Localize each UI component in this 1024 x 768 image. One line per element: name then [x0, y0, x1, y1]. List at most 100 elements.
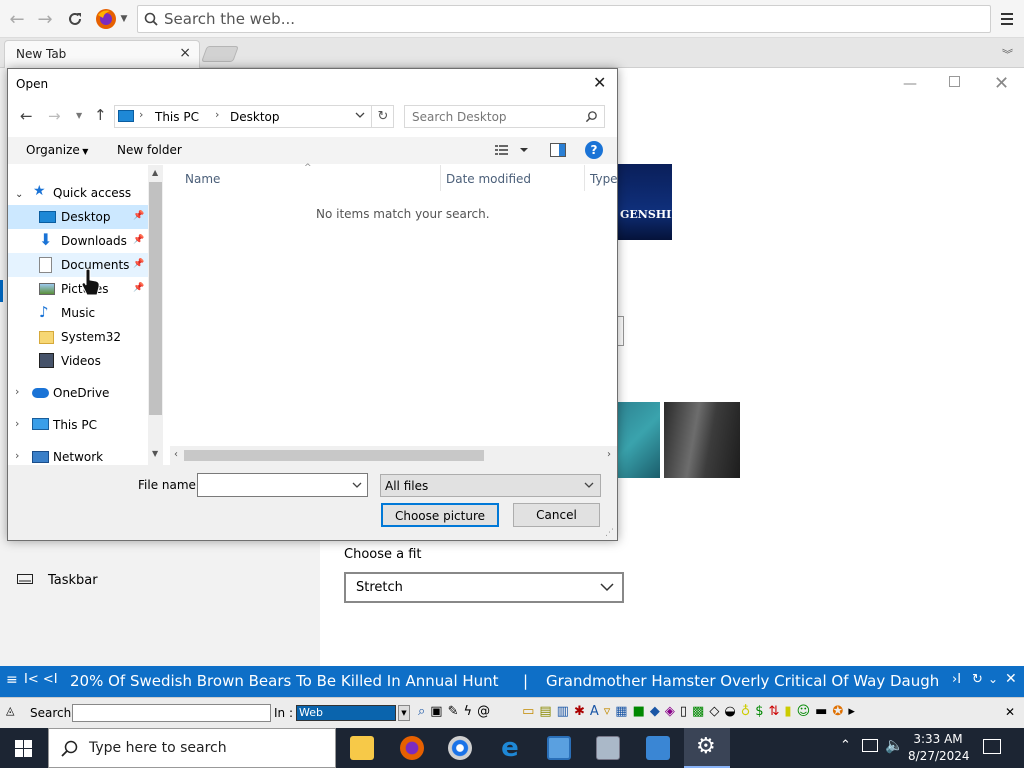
column-name[interactable]: Name — [185, 172, 220, 186]
fit-dropdown[interactable]: Stretch — [344, 572, 624, 603]
file-explorer-icon[interactable] — [350, 736, 374, 760]
dialog-forward-icon[interactable]: → — [48, 107, 61, 125]
tool-bulb-icon[interactable]: ♁ — [741, 704, 751, 722]
tool-arrows-icon[interactable]: ⇅ — [769, 704, 780, 722]
clock-date[interactable]: 8/27/2024 — [908, 749, 970, 763]
ticker-refresh-icon[interactable]: ↻ — [972, 672, 983, 687]
nav-documents[interactable]: Documents 📌 — [8, 253, 148, 277]
firefox-icon[interactable] — [400, 736, 424, 760]
nav-desktop[interactable]: Desktop 📌 — [8, 205, 148, 229]
tool-folders-icon[interactable]: ▤ — [539, 704, 551, 722]
ticker-menu-icon[interactable]: ≡ — [6, 672, 18, 688]
tool-at-icon[interactable]: @ — [477, 704, 490, 722]
app-window-icon[interactable] — [547, 736, 571, 760]
nav-onedrive[interactable]: OneDrive — [8, 381, 148, 405]
tool-folder-icon[interactable]: ▭ — [522, 704, 534, 722]
tray-chevron-icon[interactable]: ⌃ — [840, 738, 851, 753]
wallpaper-thumb-genshin[interactable]: GENSHIN — [610, 164, 681, 240]
file-name-input[interactable] — [197, 473, 368, 497]
restore-icon[interactable] — [949, 76, 960, 87]
volume-muted-icon[interactable]: 🔈 — [885, 736, 904, 754]
choose-picture-button[interactable]: Choose picture — [381, 503, 499, 527]
nav-scrollbar-thumb[interactable] — [149, 182, 162, 415]
clock-time[interactable]: 3:33 AM — [912, 732, 964, 746]
tool-cup-icon[interactable]: ▿ — [604, 704, 611, 722]
up-arrow-icon[interactable]: ↑ — [94, 106, 107, 124]
ticker-options-icon[interactable]: ⌄ — [988, 672, 998, 686]
help-icon[interactable]: ? — [585, 141, 603, 159]
dropdown-arrow-icon[interactable]: ▼ — [118, 8, 130, 30]
tool-edit-icon[interactable]: ✎ — [448, 704, 459, 722]
column-date-modified[interactable]: Date modified — [446, 172, 531, 186]
tool-tag-icon[interactable]: ◇ — [709, 704, 719, 722]
network-tray-icon[interactable] — [862, 739, 878, 752]
dialog-back-icon[interactable]: ← — [20, 107, 33, 125]
taskbar-search-box[interactable]: Type here to search — [48, 728, 336, 768]
nav-system32[interactable]: System32 — [8, 325, 148, 349]
resize-grip-icon[interactable]: ⋰ — [605, 528, 614, 538]
windows-start-icon[interactable] — [15, 740, 32, 757]
url-search-bar[interactable]: Search the web... — [137, 5, 991, 33]
new-folder-button[interactable]: New folder — [117, 143, 182, 157]
settings-taskbar-item[interactable]: Taskbar — [48, 573, 98, 588]
back-arrow-icon[interactable]: ← — [6, 8, 28, 30]
ticker-headline-1[interactable]: 20% Of Swedish Brown Bears To Be Killed … — [70, 672, 499, 690]
ticker-close-icon[interactable]: ✕ — [1005, 671, 1017, 687]
window-close-icon[interactable]: ✕ — [994, 73, 1009, 94]
edge-icon[interactable]: e — [498, 735, 522, 761]
nav-scrollbar[interactable]: ▲ ▼ — [148, 165, 163, 465]
organize-button[interactable]: Organize ▼ — [26, 143, 88, 157]
nav-videos[interactable]: Videos — [8, 349, 148, 373]
tool-diamond-icon[interactable]: ◆ — [650, 704, 660, 722]
file-list-hscrollbar[interactable]: ‹ › — [170, 446, 617, 465]
tab-new-tab[interactable]: New Tab × — [4, 40, 200, 68]
hscrollbar-thumb[interactable] — [184, 450, 484, 461]
notification-icon[interactable] — [983, 739, 1001, 754]
ticker-first-icon[interactable]: I< <I — [24, 672, 58, 687]
address-dropdown-icon[interactable] — [355, 111, 365, 119]
app-image-icon[interactable] — [596, 736, 620, 760]
view-options-icon[interactable] — [494, 143, 530, 157]
toolbar-in-dropdown-icon[interactable]: ▼ — [398, 705, 410, 721]
firefox-logo-icon[interactable] — [94, 8, 118, 30]
address-bar[interactable]: › This PC › Desktop ↻ — [114, 105, 394, 128]
tool-film-icon[interactable]: ▩ — [692, 704, 704, 722]
settings-taskbar-button[interactable]: ⚙ — [684, 728, 730, 768]
wallpaper-thumb-rock[interactable] — [664, 402, 740, 478]
tool-dollar-icon[interactable]: $ — [755, 704, 763, 722]
toolbar-in-select[interactable]: Web — [296, 705, 396, 721]
tool-page-icon[interactable]: ▣ — [430, 704, 442, 722]
nav-downloads[interactable]: ⬇ Downloads 📌 — [8, 229, 148, 253]
tool-more-icon[interactable]: ▸ — [848, 704, 855, 722]
cancel-button[interactable]: Cancel — [513, 503, 600, 527]
tool-search-icon[interactable]: ⌕ — [418, 704, 425, 722]
file-type-select[interactable]: All files — [380, 474, 601, 497]
app-gear-blue-icon[interactable] — [646, 736, 670, 760]
ticker-next-icon[interactable]: ›I — [952, 672, 961, 687]
breadcrumb-desktop[interactable]: Desktop — [230, 110, 280, 124]
tool-list-icon[interactable]: ▥ — [557, 704, 569, 722]
forward-arrow-icon[interactable]: → — [34, 8, 56, 30]
tool-square-icon[interactable]: ■ — [633, 704, 645, 722]
toolbar-close-icon[interactable]: ✕ — [1005, 705, 1015, 719]
column-type[interactable]: Type — [590, 172, 618, 186]
nav-music[interactable]: ♪ Music — [8, 301, 148, 325]
refresh-icon[interactable]: ↻ — [371, 106, 394, 127]
ticker-headline-2[interactable]: Grandmother Hamster Overly Critical Of W… — [546, 672, 948, 690]
minimize-icon[interactable]: — — [903, 76, 917, 92]
recent-locations-icon[interactable]: ▼ — [76, 111, 82, 120]
tool-gem-icon[interactable]: ◈ — [665, 704, 675, 722]
tool-lightning-icon[interactable]: ϟ — [463, 704, 472, 722]
tool-battery-icon[interactable]: ▮ — [784, 704, 791, 722]
tool-bug-icon[interactable]: ✱ — [574, 704, 585, 722]
tab-close-icon[interactable]: × — [179, 45, 191, 61]
tool-hat-icon[interactable]: ◒ — [724, 704, 735, 722]
tool-grid-icon[interactable]: ▦ — [615, 704, 627, 722]
browser-icon[interactable] — [448, 736, 472, 760]
breadcrumb-this-pc[interactable]: This PC — [155, 110, 199, 124]
search-desktop-input[interactable]: Search Desktop — [404, 105, 605, 128]
new-tab-button[interactable] — [201, 46, 239, 62]
nav-pictures[interactable]: Pictures 📌 — [8, 277, 148, 301]
tab-list-chevron-icon[interactable]: ︾ — [1002, 46, 1013, 62]
tool-text-icon[interactable]: A — [590, 704, 599, 722]
